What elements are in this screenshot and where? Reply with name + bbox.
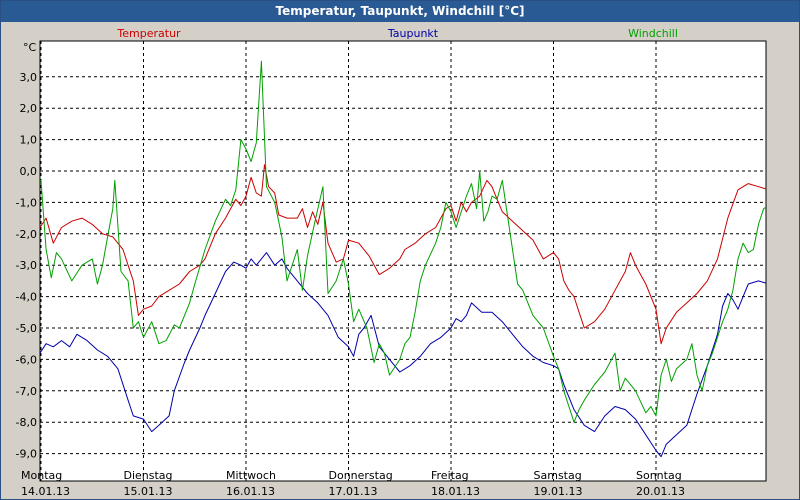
legend-windchill: Windchill	[628, 27, 678, 40]
legend-temperatur: Temperatur	[116, 27, 181, 40]
line-chart: °C 3,0 2,0 1,0 0,0 -1,0 -2,0 -3,0 -4,0 -5,0 -6,0 -…	[16, 27, 767, 498]
x-tick-day-label: Montag	[21, 469, 62, 482]
legend: Temperatur Taupunkt Windchill	[116, 27, 678, 40]
y-tick-label: 3,0	[20, 71, 38, 84]
x-tick-date-label: 19.01.13	[534, 485, 583, 498]
x-tick-day-label: Samstag	[534, 469, 582, 482]
y-tick-label: 0,0	[20, 165, 38, 178]
chart-window: Temperatur, Taupunkt, Windchill [°C] °C …	[0, 0, 800, 500]
y-tick-label: -8,0	[16, 416, 37, 429]
x-tick-date-label: 14.01.13	[21, 485, 70, 498]
y-tick-labels: 3,0 2,0 1,0 0,0 -1,0 -2,0 -3,0 -4,0 -5,0 -6,0 -7,0…	[16, 71, 37, 461]
x-tick-day-label: Dienstag	[124, 469, 173, 482]
window-title: Temperatur, Taupunkt, Windchill [°C]	[1, 1, 799, 22]
x-tick-date-label: 18.01.13	[431, 485, 480, 498]
x-tick-day-label: Sonntag	[636, 469, 682, 482]
y-tick-label: -1,0	[16, 196, 37, 209]
x-tick-date-label: 17.01.13	[329, 485, 378, 498]
y-tick-label: -6,0	[16, 353, 37, 366]
y-tick-label: -4,0	[16, 291, 37, 304]
x-tick-day-label: Donnerstag	[329, 469, 393, 482]
y-tick-label: -9,0	[16, 448, 37, 461]
plot-area	[39, 40, 767, 482]
x-tick-date-label: 16.01.13	[226, 485, 275, 498]
y-tick-label: 1,0	[20, 134, 38, 147]
y-tick-label: 2,0	[20, 102, 38, 115]
y-tick-label: -2,0	[16, 228, 37, 241]
y-tick-label: -3,0	[16, 259, 37, 272]
y-tick-label: -5,0	[16, 322, 37, 335]
x-tick-date-label: 15.01.13	[124, 485, 173, 498]
x-tick-day-label: Mittwoch	[226, 469, 276, 482]
y-tick-label: -7,0	[16, 385, 37, 398]
y-axis-unit-label: °C	[23, 41, 37, 54]
x-tick-day-label: Freitag	[431, 469, 469, 482]
x-tick-date-label: 20.01.13	[636, 485, 685, 498]
legend-taupunkt: Taupunkt	[387, 27, 439, 40]
